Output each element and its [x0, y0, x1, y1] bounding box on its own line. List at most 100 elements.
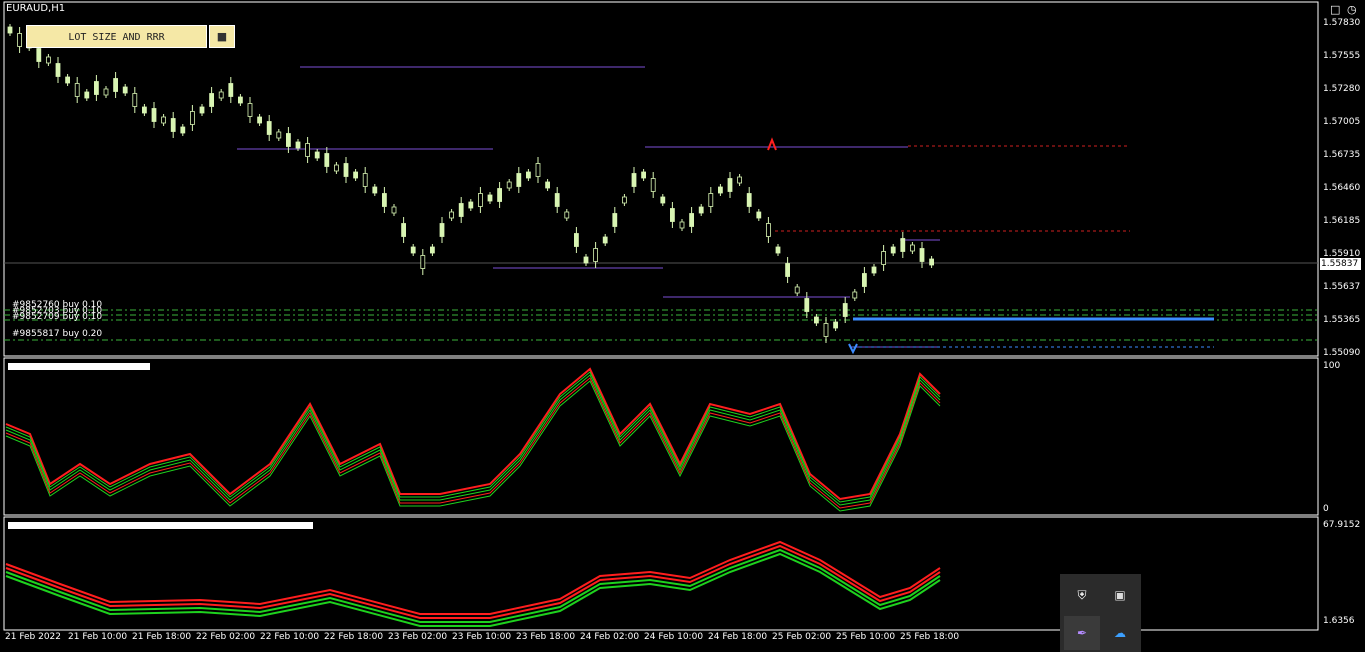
stochastic-line [5, 374, 941, 506]
feather-icon[interactable]: ✒ [1064, 616, 1100, 650]
candle-body [449, 211, 455, 219]
candle-body [487, 194, 493, 202]
candle-body [583, 256, 589, 264]
candle-body [660, 196, 666, 204]
price-axis-label: 1.55637 [1323, 282, 1361, 292]
candle-body [381, 193, 387, 207]
candles [7, 24, 934, 343]
candle-body [285, 133, 291, 147]
cloud-icon[interactable]: ☁ [1102, 616, 1138, 650]
price-axis-label: 1.56185 [1323, 216, 1361, 226]
time-axis-label: 25 Feb 02:00 [772, 632, 832, 642]
candle-body [679, 221, 685, 229]
car-icon[interactable]: ■ [209, 25, 235, 48]
price-axis-label: 1.57830 [1323, 18, 1361, 28]
candle-body [333, 164, 339, 172]
candle-body [535, 163, 541, 177]
candle-body [170, 118, 176, 132]
purple-levels [237, 66, 940, 348]
candle-body [55, 63, 61, 77]
candle-body [391, 206, 397, 214]
price-axis-label: 1.55090 [1323, 348, 1361, 358]
lot-size-button[interactable]: LOT SIZE AND RRR [26, 25, 207, 48]
candle-body [506, 181, 512, 189]
candle-body [257, 116, 263, 124]
order-lines [4, 309, 1318, 341]
order-label: #9855817 buy 0.20 [12, 329, 103, 339]
clock-icon[interactable]: ◷ [1347, 3, 1357, 16]
candle-body [199, 106, 205, 114]
time-axis-label: 25 Feb 18:00 [900, 632, 960, 642]
price-axis-label: 1.56735 [1323, 150, 1361, 160]
main-pane-border [3, 1, 1319, 357]
candle-body [353, 171, 359, 179]
trend-line [5, 548, 941, 623]
candle-body [113, 78, 118, 92]
candle-body [65, 76, 70, 84]
candle-body [631, 173, 637, 187]
candle-body [237, 96, 243, 104]
candle-body [842, 303, 848, 317]
candle-body [276, 131, 282, 139]
candle-body [698, 206, 704, 214]
candle-body [132, 93, 138, 107]
candle-body [429, 246, 435, 254]
time-axis-label: 23 Feb 18:00 [516, 632, 576, 642]
candle-body [314, 151, 320, 159]
time-axis-label: 24 Feb 02:00 [580, 632, 640, 642]
candle-body [458, 203, 464, 217]
candle-body [612, 213, 618, 227]
candle-body [929, 258, 934, 266]
candle-body [74, 83, 80, 97]
candle-body [497, 188, 503, 202]
candle-body [804, 298, 810, 312]
shield-check-icon[interactable]: ⛨ [1064, 578, 1100, 612]
candle-body [708, 193, 714, 207]
indicator2-axis-top: 67.9152 [1323, 520, 1361, 530]
candle-body [151, 108, 157, 122]
candle-body [209, 93, 215, 107]
candle-body [641, 171, 646, 179]
time-axis-label: 23 Feb 02:00 [388, 632, 448, 642]
candle-body [862, 273, 867, 287]
symbol-label: EURAUD,H1 [6, 3, 66, 14]
candle-body [362, 173, 368, 187]
price-axis-label: 1.56460 [1323, 183, 1361, 193]
indicator2-scale-bar [8, 522, 313, 529]
candle-body [554, 193, 560, 207]
trend-line [5, 552, 941, 627]
candle-body [84, 91, 90, 99]
chip-icon[interactable]: ▣ [1102, 578, 1138, 612]
candle-body [7, 26, 13, 34]
stochastic-line [5, 380, 941, 512]
candle-body [602, 236, 608, 244]
time-axis-label: 24 Feb 18:00 [708, 632, 768, 642]
candle-body [141, 106, 147, 114]
candle-body [746, 193, 752, 207]
candle-body [324, 153, 330, 167]
candle-body [718, 186, 723, 194]
price-axis-label: 1.57555 [1323, 51, 1361, 61]
candle-body [890, 246, 896, 254]
candle-body [794, 286, 800, 294]
time-axis-label: 22 Feb 02:00 [196, 632, 256, 642]
time-axis-label: 21 Feb 18:00 [132, 632, 192, 642]
candle-body [103, 88, 109, 96]
chart-canvas[interactable] [0, 0, 1365, 652]
candle-body [545, 181, 550, 189]
time-axis-label: 21 Feb 10:00 [68, 632, 128, 642]
candle-body [526, 171, 531, 179]
candle-body [122, 86, 128, 94]
time-axis-label: 25 Feb 10:00 [836, 632, 896, 642]
candle-body [247, 103, 253, 117]
candle-body [814, 316, 819, 324]
blue-arrow-icon [848, 343, 858, 355]
candle-body [871, 266, 877, 274]
maximize-icon[interactable]: □ [1330, 3, 1340, 16]
candle-body [295, 141, 301, 149]
candle-body [881, 251, 886, 265]
time-axis-label: 22 Feb 18:00 [324, 632, 384, 642]
time-axis-label: 24 Feb 10:00 [644, 632, 704, 642]
time-axis-label: 21 Feb 2022 [5, 632, 62, 642]
candle-body [727, 178, 733, 192]
